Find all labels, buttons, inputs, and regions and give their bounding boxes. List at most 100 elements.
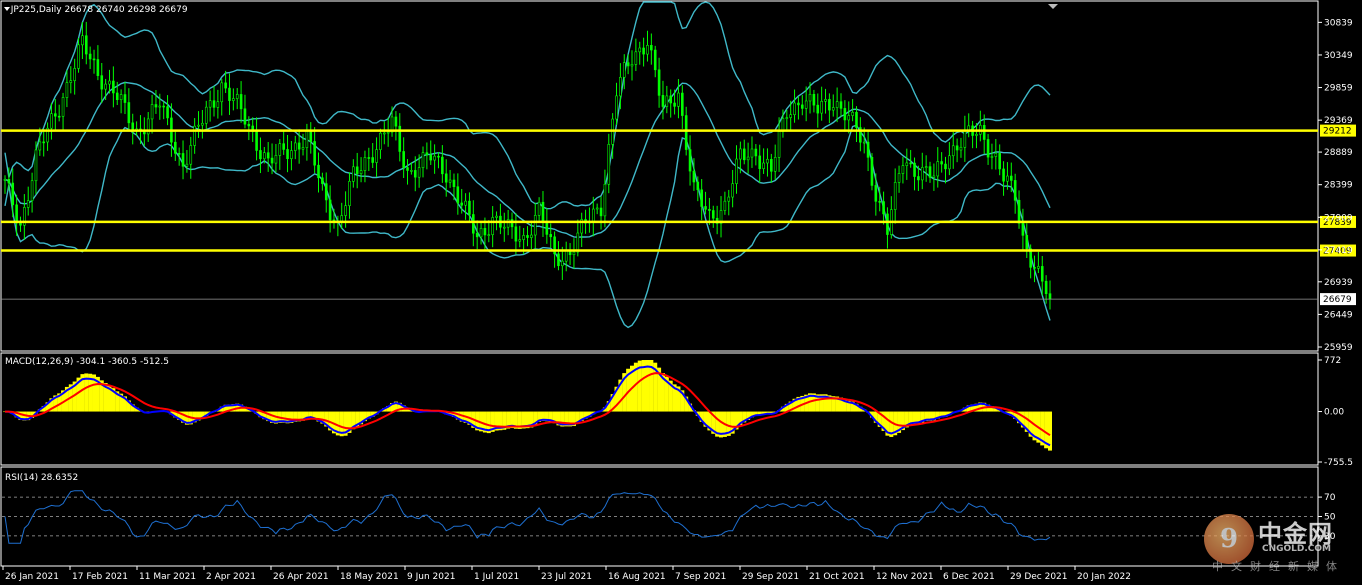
candle-body <box>220 82 224 103</box>
candle-body <box>700 189 703 207</box>
time-tick-label: 20 Jan 2022 <box>1077 572 1131 582</box>
candle-body <box>742 148 746 161</box>
time-tick-label: 21 Oct 2021 <box>809 572 865 582</box>
candle-body <box>348 181 351 206</box>
candle-body <box>626 62 630 67</box>
candle-body <box>433 155 436 161</box>
price-tick-label: 26449 <box>1324 310 1353 320</box>
watermark-tagline: 中文财经新媒体 <box>1212 560 1345 573</box>
candle-body <box>216 101 220 108</box>
candle-body <box>359 170 363 174</box>
candle-body <box>410 170 413 172</box>
candle-body <box>650 45 653 51</box>
candle-body <box>866 141 870 158</box>
candle-body <box>425 152 429 156</box>
candle-body <box>239 94 243 110</box>
candle-body <box>1013 180 1017 201</box>
watermark-logo-glyph: 9 <box>1219 524 1239 554</box>
candle-body <box>963 129 967 148</box>
candle-body <box>789 114 792 118</box>
candle-body <box>367 157 371 159</box>
candle-body <box>800 104 804 109</box>
candle-body <box>444 173 448 183</box>
candle-body <box>770 158 773 172</box>
candle-body <box>456 186 460 204</box>
candle-body <box>324 183 328 201</box>
candle-body <box>197 124 200 127</box>
candle-body <box>224 82 227 89</box>
candle-body <box>228 87 231 101</box>
candle-body <box>855 111 858 128</box>
candle-body <box>119 94 123 100</box>
candle-body <box>533 215 537 236</box>
candle-body <box>255 131 258 151</box>
candle-body <box>293 142 297 151</box>
price-tick-label: 29369 <box>1324 116 1353 126</box>
candle-body <box>990 156 994 158</box>
price-pane-title: JP225,Daily 26678 26740 26298 26679 <box>5 5 188 15</box>
candle-body <box>773 157 777 172</box>
candle-body <box>681 92 684 116</box>
candle-body <box>448 179 452 183</box>
candle-body <box>847 115 851 121</box>
candle-body <box>26 200 30 208</box>
candle-body <box>301 147 305 150</box>
time-tick-label: 12 Nov 2021 <box>876 572 934 582</box>
candle-body <box>88 53 92 60</box>
candle-body <box>762 162 765 169</box>
candle-body <box>936 161 940 177</box>
candle-body <box>413 170 417 178</box>
price-tick-label: 25959 <box>1324 343 1353 353</box>
candle-body <box>673 102 676 107</box>
candle-body <box>495 215 498 218</box>
candle-body <box>808 93 812 102</box>
candle-body <box>1025 235 1029 250</box>
candle-body <box>622 62 626 78</box>
candle-body <box>619 76 622 97</box>
time-tick-label: 9 Jun 2021 <box>407 572 455 582</box>
current-price-label: 26679 <box>1323 295 1352 305</box>
candle-body <box>545 222 549 235</box>
candle-body <box>185 163 189 167</box>
candle-body <box>502 226 506 229</box>
candle-body <box>750 148 754 158</box>
candle-body <box>193 125 196 146</box>
candle-body <box>1021 222 1025 236</box>
candle-body <box>483 227 487 236</box>
candle-body <box>843 108 847 121</box>
candle-body <box>1048 293 1052 300</box>
candle-body <box>870 157 874 186</box>
macd-tick-label: -755.5 <box>1324 458 1353 468</box>
price-tick-label: 28889 <box>1324 148 1353 158</box>
candle-body <box>290 150 293 160</box>
candle-body <box>653 49 657 71</box>
candle-body <box>982 125 986 140</box>
candle-body <box>131 122 135 131</box>
candle-body <box>572 251 576 255</box>
candle-body <box>1040 266 1044 282</box>
candle-body <box>948 155 951 170</box>
candle-body <box>382 132 386 135</box>
price-tick-label: 30839 <box>1324 18 1353 28</box>
candle-body <box>824 99 827 102</box>
candle-body <box>158 105 162 108</box>
candle-body <box>491 217 494 235</box>
candle-body <box>739 148 742 160</box>
candle-body <box>1002 168 1005 182</box>
candle-body <box>615 95 618 120</box>
rsi-tick-label: 70 <box>1324 493 1336 503</box>
candle-body <box>50 113 53 129</box>
candle-body <box>541 201 545 223</box>
candle-body <box>77 44 80 69</box>
candle-body <box>955 145 959 151</box>
candle-body <box>19 222 22 226</box>
candle-body <box>468 200 471 215</box>
watermark-url: CNGOLD.COM <box>1262 544 1332 554</box>
macd-tick-label: 772 <box>1324 356 1341 366</box>
candle-body <box>460 202 464 206</box>
candle-body <box>607 144 611 185</box>
candle-body <box>731 183 734 198</box>
candle-body <box>266 152 270 159</box>
candle-body <box>909 162 912 165</box>
candle-body <box>57 115 61 118</box>
